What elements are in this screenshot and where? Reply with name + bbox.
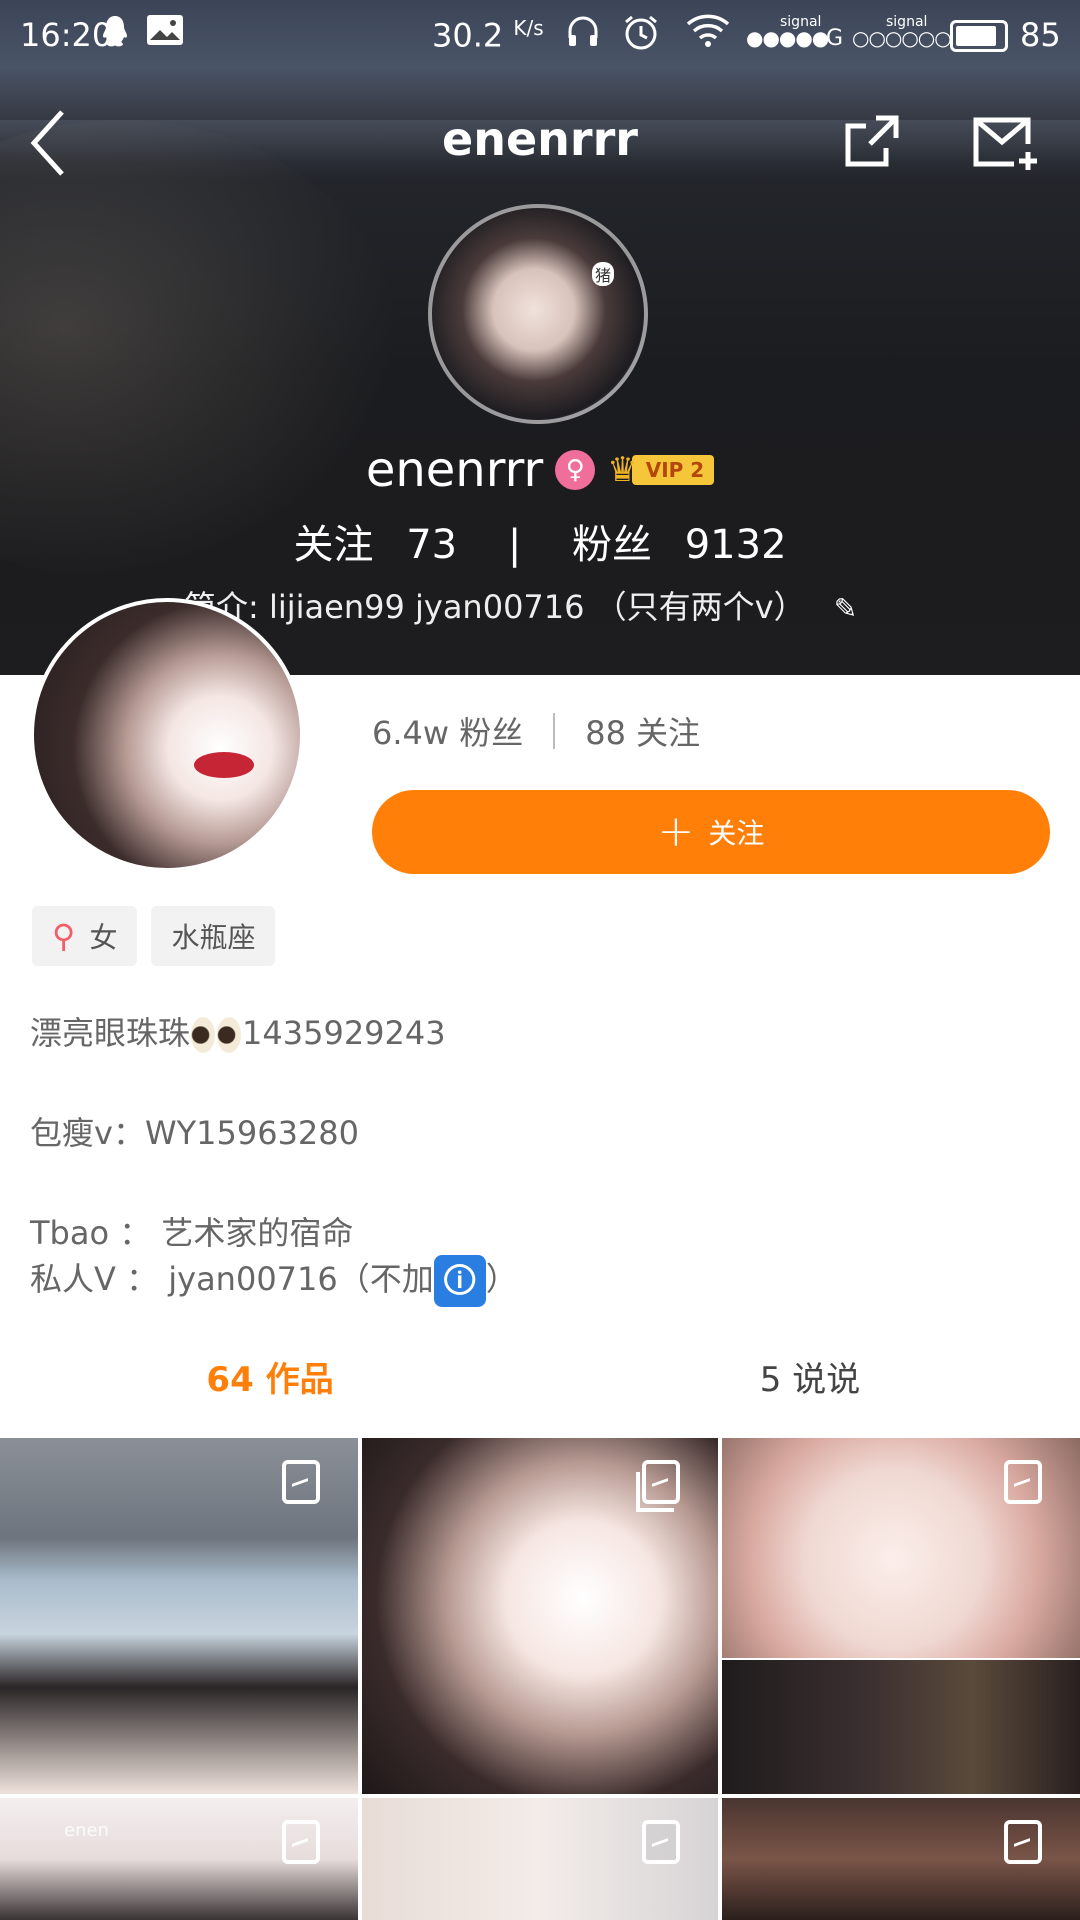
image-icon [1004, 1820, 1042, 1864]
stats-divider [553, 713, 556, 749]
gender-tag: ⚲ 女 [32, 906, 138, 966]
profile-cover: 16:20 30.2 K/s signal ●●●●● G signal ○○○… [0, 0, 1080, 675]
cover-avatar[interactable]: 猪 [428, 204, 648, 424]
cover-stats: 关注 73 | 粉丝 9132 [0, 512, 1080, 570]
zodiac-tag-label: 水瓶座 [171, 921, 256, 954]
tab-works-label: 作品 [265, 1360, 334, 1400]
cover-fans-count: 9132 [684, 522, 787, 568]
network-speed-unit: K/s [513, 16, 544, 40]
female-symbol-icon: ⚲ [52, 917, 76, 955]
content-tabs: 64 作品 5 说说 [0, 1340, 1080, 1420]
following-label: 关注 [636, 714, 701, 752]
battery-icon [950, 20, 1008, 52]
fans-stat[interactable]: 6.4w 粉丝 [372, 708, 523, 754]
bio-line-1-number: 1435929243 [242, 1014, 446, 1052]
tab-works[interactable]: 64 作品 [0, 1340, 540, 1420]
grid-item[interactable] [362, 1438, 718, 1794]
following-count: 88 [585, 714, 626, 752]
cover-name-row: enenrrr ♀ ♛ VIP 2 [0, 440, 1080, 500]
bio-line-4-text: 私人V ： jyan00716（不加 [30, 1260, 434, 1298]
information-emoji-icon: 🛈 [433, 1255, 486, 1307]
qq-icon [100, 14, 130, 56]
bio-line-1: 漂亮眼珠珠 1435929243 [30, 1008, 446, 1054]
cover-decoration [0, 120, 400, 580]
avatar-detail [194, 752, 254, 778]
network-speed: 30.2 K/s [432, 16, 544, 55]
share-button[interactable] [842, 112, 902, 172]
eyes-emoji-icon [217, 1017, 242, 1053]
cover-follow-count: 73 [406, 522, 458, 568]
profile-tags: ⚲ 女 水瓶座 [32, 906, 276, 966]
network-type: G [826, 26, 843, 51]
grid-item[interactable] [0, 1438, 358, 1794]
tab-posts[interactable]: 5 说说 [540, 1340, 1080, 1420]
grid-item[interactable] [722, 1798, 1080, 1920]
vip-badge[interactable]: ♛ VIP 2 [607, 450, 715, 490]
following-stat[interactable]: 88 关注 [585, 708, 700, 754]
avatar-tag: 猪 [592, 262, 615, 286]
grid-watermark: enen [64, 1820, 109, 1841]
gallery-icon [146, 14, 184, 54]
cover-stats-separator: | [507, 522, 522, 568]
grid-item[interactable] [722, 1438, 1080, 1658]
status-bar: 16:20 30.2 K/s signal ●●●●● G signal ○○○… [0, 0, 1080, 70]
eyes-emoji-icon [191, 1017, 216, 1053]
female-icon: ♀ [555, 450, 596, 490]
mail-add-icon [973, 117, 1037, 170]
page-title: enenrrr [442, 112, 638, 166]
bio-line-3: Tbao ： 艺术家的宿命 [30, 1214, 354, 1252]
image-icon [642, 1820, 680, 1864]
tab-works-count: 64 [206, 1360, 254, 1400]
fans-count: 6.4w [372, 714, 450, 752]
network-speed-value: 30.2 [432, 16, 504, 55]
tab-posts-label: 说说 [792, 1360, 861, 1400]
multi-image-icon [636, 1460, 680, 1512]
cover-fans-label: 粉丝 [572, 522, 653, 568]
zodiac-tag: 水瓶座 [151, 906, 276, 966]
edit-pencil-icon[interactable]: ✎ [834, 592, 857, 625]
bio-line-1-text: 漂亮眼珠珠 [30, 1014, 191, 1052]
crown-icon: ♛ [607, 450, 638, 490]
grid-item[interactable] [362, 1798, 718, 1920]
status-time: 16:20 [20, 16, 113, 54]
fans-label: 粉丝 [459, 714, 524, 752]
share-icon [845, 115, 899, 167]
image-icon [1004, 1460, 1042, 1504]
works-grid: enen [0, 1438, 1080, 1920]
vip-label: VIP 2 [631, 455, 715, 485]
image-icon [282, 1460, 320, 1504]
bio-line-2: 包瘦v：WY15963280 [30, 1114, 360, 1152]
profile-avatar[interactable] [30, 598, 304, 872]
tab-posts-count: 5 [759, 1360, 782, 1400]
profile-stats: 6.4w 粉丝 88 关注 [372, 708, 700, 754]
cover-bio: 简介: lijiaen99 jyan00716 （只有两个v） ✎ [184, 582, 857, 628]
plus-icon: + [657, 806, 695, 857]
cover-follow-label: 关注 [293, 522, 374, 568]
gender-tag-label: 女 [89, 921, 118, 954]
cover-bio-text: 简介: lijiaen99 jyan00716 （只有两个v） [184, 588, 806, 626]
wifi-icon [686, 14, 730, 56]
battery-level: 85 [1020, 16, 1061, 54]
message-button[interactable] [970, 114, 1040, 172]
signal-strength-2: ○○○○○○ [852, 26, 952, 50]
bio-line-4: 私人V ： jyan00716（不加 🛈） [30, 1254, 518, 1307]
alarm-icon [622, 14, 660, 60]
follow-button[interactable]: + 关注 [372, 790, 1050, 874]
headphones-icon [566, 14, 600, 56]
signal-strength-1: ●●●●● [746, 26, 829, 50]
cover-username: enenrrr [365, 442, 544, 498]
image-icon [282, 1820, 320, 1864]
grid-item[interactable]: enen [0, 1798, 358, 1920]
follow-button-label: 关注 [708, 817, 765, 850]
bio-line-4-close: ） [485, 1260, 518, 1298]
grid-item[interactable] [722, 1660, 1080, 1794]
